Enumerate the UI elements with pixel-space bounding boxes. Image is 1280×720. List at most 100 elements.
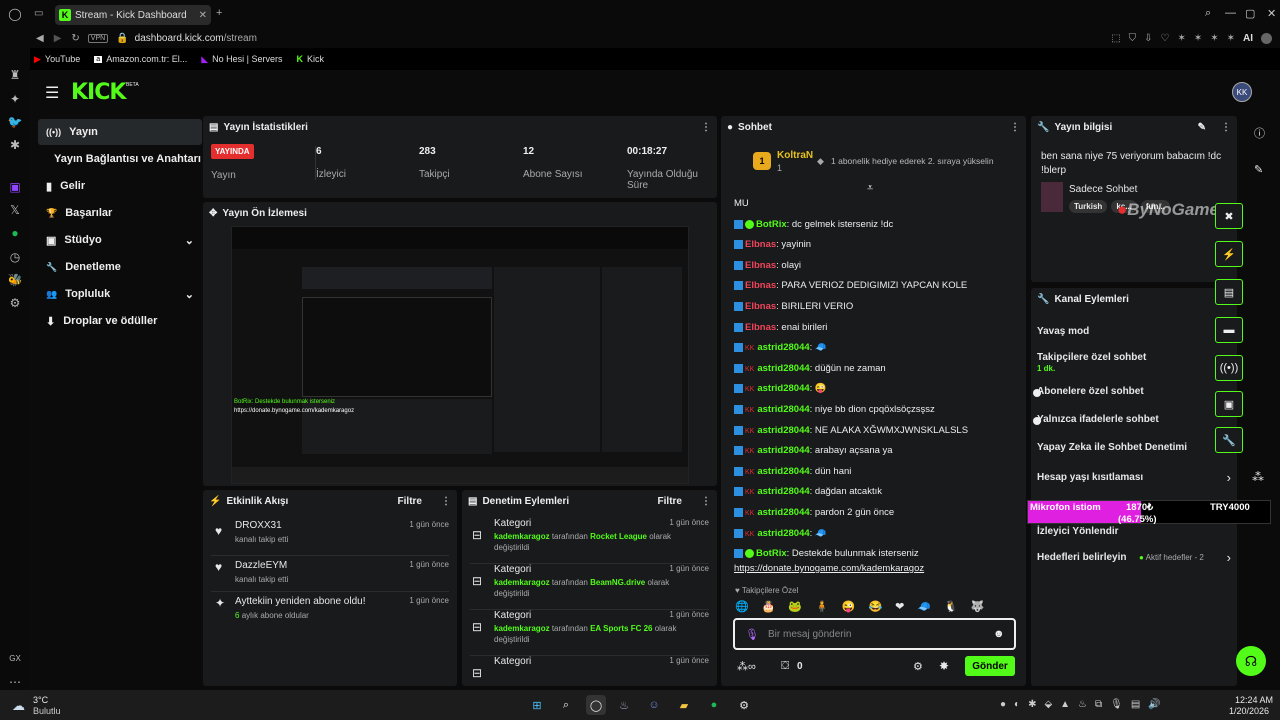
spotify-icon[interactable]: ● (704, 695, 724, 715)
emoji-icon[interactable]: ☻ (993, 628, 1005, 640)
quick-action-layout-button[interactable]: ▣ (1215, 391, 1243, 417)
users-icon[interactable]: ⁂∞ (737, 660, 756, 673)
chat-settings-icon[interactable]: ⚙ (913, 660, 923, 673)
chat-username[interactable]: BotRix (756, 548, 787, 559)
more-options-icon[interactable]: ⋮ (701, 496, 711, 507)
quick-action-broadcast-button[interactable]: ((•)) (1215, 355, 1243, 381)
folder-icon[interactable]: ▰ (674, 695, 694, 715)
info-icon[interactable]: ⓘ (1254, 125, 1265, 141)
channel-action-5[interactable]: Hesap yaşı kısıtlaması › (1037, 470, 1231, 490)
tab-list-icon[interactable]: ▭ (34, 8, 43, 19)
chat-username[interactable]: astrid28044 (757, 507, 809, 518)
chat-input-box[interactable]: 🎙 Bir mesaj gönderin ☻ (733, 618, 1016, 650)
stream-preview-video[interactable]: BotRix: Destekde bulunmak isterseniz htt… (231, 226, 689, 484)
more-options-icon[interactable]: ⋮ (1010, 122, 1020, 133)
chat-username[interactable]: astrid28044 (757, 342, 809, 353)
chat-username[interactable]: Elbnas (745, 322, 776, 333)
chat-username[interactable]: BotRix (756, 219, 787, 230)
bookmark-amazon[interactable]: a Amazon.com.tr: El... (94, 54, 187, 64)
bird-icon[interactable]: 🐦 (6, 114, 24, 130)
spotify-icon[interactable]: ● (6, 225, 24, 241)
close-window-button[interactable]: ✕ (1267, 7, 1276, 20)
chat-username[interactable]: astrid28044 (757, 466, 809, 477)
twitch-icon[interactable]: ▣ (6, 179, 24, 195)
collapse-icon[interactable]: ⩡ (867, 182, 873, 195)
maximize-button[interactable]: ▢ (1245, 7, 1255, 20)
minimize-button[interactable]: — (1225, 7, 1236, 19)
more-options-icon[interactable]: ⋮ (701, 122, 711, 133)
channel-action-4[interactable]: Yapay Zeka ile Sohbet Denetimi⇗ (1037, 440, 1231, 460)
bookmark-kick[interactable]: K Kick (297, 54, 325, 64)
edit-icon[interactable]: ✎ (1198, 122, 1206, 133)
chat-username[interactable]: Elbnas (745, 280, 776, 291)
x-icon[interactable]: 𝕏 (6, 202, 24, 218)
steam-icon[interactable]: ♨ (614, 695, 634, 715)
filter-button[interactable]: Filtre (398, 496, 422, 507)
chat-username[interactable]: astrid28044 (757, 425, 809, 436)
opera-icon[interactable]: ◯ (586, 695, 606, 715)
start-icon[interactable]: ⊞ (527, 695, 547, 715)
app-icon[interactable]: ⚙ (734, 695, 754, 715)
chat-username[interactable]: astrid28044 (757, 383, 809, 394)
user-avatar[interactable]: KK (1232, 82, 1252, 102)
bookmark-nohesi[interactable]: ◣ No Hesi | Servers (201, 54, 282, 65)
sidebar-item-studyo[interactable]: ▣ Stüdyo ⌄ (38, 227, 202, 253)
forward-icon[interactable]: ▶ (54, 33, 62, 44)
send-button[interactable]: Gönder (965, 656, 1015, 676)
sidebar-item-denetleme[interactable]: 🔧 Denetleme (38, 254, 202, 280)
emote-picker-icon[interactable]: ✸ (939, 659, 949, 673)
sidebar-item-stream-key[interactable]: Yayın Bağlantısı ve Anahtarı (38, 146, 202, 172)
extension-icon[interactable]: ✶ (1194, 33, 1202, 44)
quick-action-bolt-button[interactable]: ⚡ (1215, 241, 1243, 267)
profile-icon[interactable] (1261, 32, 1272, 44)
ai-button[interactable]: AI (1243, 33, 1253, 44)
quick-action-chat-button[interactable]: ▬ (1215, 317, 1243, 343)
shield-icon[interactable]: ⛉ (1129, 33, 1137, 44)
channel-action-7[interactable]: Hedefleri belirleyin ● Aktif hedefler - 2… (1037, 550, 1231, 570)
quick-action-notes-button[interactable]: ▤ (1215, 279, 1243, 305)
settings-icon[interactable]: ✱ (6, 137, 24, 153)
users-icon[interactable]: ⁂ (1252, 470, 1264, 484)
bee-icon[interactable]: 🐝 (6, 272, 24, 288)
back-icon[interactable]: ◀ (36, 33, 44, 44)
filter-button[interactable]: Filtre (658, 496, 682, 507)
bookmark-youtube[interactable]: ▶ YouTube (34, 54, 80, 65)
channel-action-2[interactable]: Abonelere özel sohbet (1037, 384, 1231, 404)
kick-logo[interactable]: KICK (71, 80, 126, 105)
mic-icon[interactable]: 🎙 (745, 628, 759, 641)
more-options-icon[interactable]: ⋮ (441, 496, 451, 507)
channel-action-3[interactable]: Yalnızca ifadelerle sohbet (1037, 412, 1231, 432)
quick-action-wrench-button[interactable]: 🔧 (1215, 427, 1243, 453)
channel-action-6[interactable]: İzleyici Yönlendir (1037, 524, 1231, 544)
help-button[interactable]: ☊ (1236, 646, 1266, 676)
tab-kick-dashboard[interactable]: K Stream - Kick Dashboard ✕ (55, 5, 211, 25)
channel-action-1[interactable]: Takipçilere özel sohbet1 dk.› (1037, 350, 1231, 373)
clock-date[interactable]: 1/20/2026 (1229, 706, 1269, 716)
chat-username[interactable]: Elbnas (745, 239, 776, 250)
sidebar-item-droplar[interactable]: ⬇ Droplar ve ödüller (38, 308, 202, 334)
chess-icon[interactable]: ♜ (6, 67, 24, 83)
extension-icon[interactable]: ✶ (1210, 33, 1218, 44)
more-settings-icon[interactable]: ⚙ (6, 295, 24, 311)
new-tab-button[interactable]: + (216, 7, 222, 19)
chat-donate-link[interactable]: https://donate.bynogame.com/kademkaragoz (734, 563, 924, 574)
search-icon[interactable]: ⌕ (556, 695, 576, 715)
snapshot-icon[interactable]: ⬚ (1111, 33, 1120, 44)
sidebar-item-gelir[interactable]: ▮ Gelir (38, 173, 202, 199)
chat-username[interactable]: astrid28044 (757, 528, 809, 539)
chat-username[interactable]: astrid28044 (757, 486, 809, 497)
sidebar-item-topluluk[interactable]: 👥 Topluluk ⌄ (38, 281, 202, 307)
more-options-icon[interactable]: ⋮ (1221, 122, 1231, 133)
extension-icon[interactable]: ✶ (1227, 33, 1235, 44)
pencil-icon[interactable]: ✎ (1254, 163, 1263, 176)
chat-username[interactable]: astrid28044 (757, 363, 809, 374)
chat-username[interactable]: Elbnas (745, 301, 776, 312)
channel-action-0[interactable]: Yavaş mod› (1037, 324, 1231, 344)
chat-username[interactable]: astrid28044 (757, 445, 809, 456)
close-tab-icon[interactable]: ✕ (199, 10, 207, 21)
sidebar-item-basarilar[interactable]: 🏆 Başarılar (38, 200, 202, 226)
chat-username[interactable]: Elbnas (745, 260, 776, 271)
opera-logo-icon[interactable]: ◯ (6, 6, 24, 22)
compass-icon[interactable]: ✦ (6, 91, 24, 107)
discord-icon[interactable]: ☺ (644, 695, 664, 715)
